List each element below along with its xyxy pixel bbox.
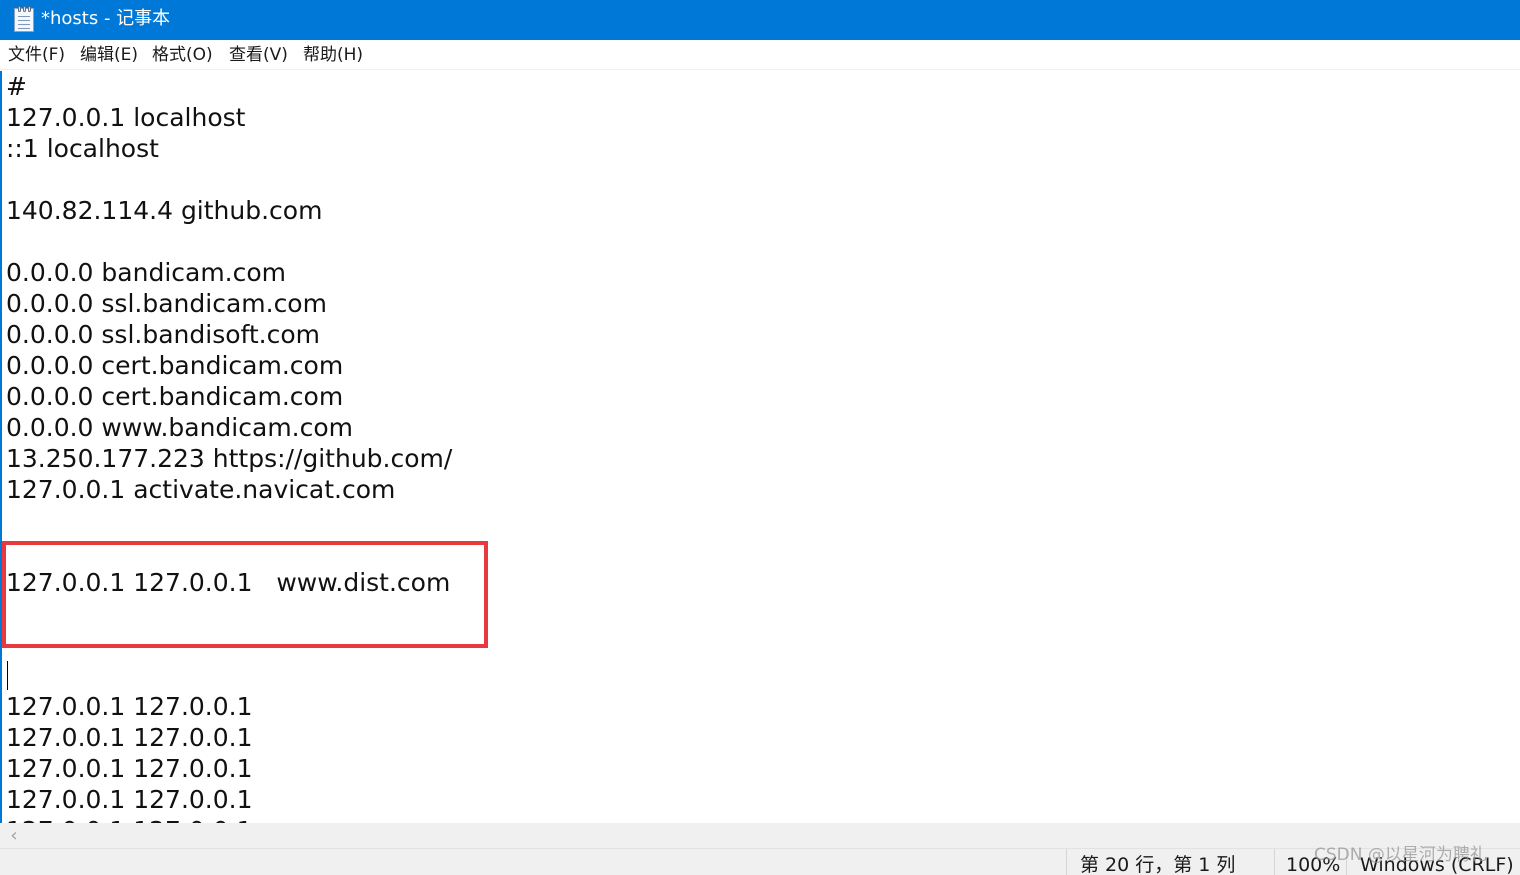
notepad-icon: [14, 6, 34, 32]
text-line: 0.0.0.0 ssl.bandicam.com: [6, 289, 327, 318]
text-line: 140.82.114.4 github.com: [6, 196, 323, 225]
text-line: ::1 localhost: [6, 134, 159, 163]
text-line: 127.0.0.1 activate.navicat.com: [6, 475, 396, 504]
status-position-segment: 第 20 行，第 1 列: [1066, 849, 1274, 875]
menu-view[interactable]: 查看(V): [227, 43, 290, 67]
menu-edit[interactable]: 编辑(E): [78, 43, 140, 67]
text-editor-area[interactable]: # 127.0.0.1 localhost ::1 localhost 140.…: [0, 71, 1520, 823]
menu-bar: 文件(F) 编辑(E) 格式(O) 查看(V) 帮助(H): [0, 40, 1520, 70]
text-line: 127.0.0.1 127.0.0.1: [6, 815, 253, 823]
text-line: #: [6, 72, 27, 101]
text-line: 0.0.0.0 cert.bandicam.com: [6, 351, 344, 380]
cursor-position: 第 20 行，第 1 列: [1080, 854, 1236, 875]
line-ending: Windows (CRLF): [1360, 854, 1514, 875]
text-line: 127.0.0.1 127.0.0.1: [6, 754, 253, 783]
menu-help[interactable]: 帮助(H): [301, 43, 365, 67]
text-line: 127.0.0.1 127.0.0.1: [6, 723, 253, 752]
zoom-level: 100%: [1286, 854, 1341, 875]
text-line: 127.0.0.1 127.0.0.1: [6, 692, 253, 721]
text-line: 0.0.0.0 www.bandicam.com: [6, 413, 354, 442]
text-line: 0.0.0.0 bandicam.com: [6, 258, 287, 287]
status-bar: 第 20 行，第 1 列 100% Windows (CRLF): [0, 848, 1520, 875]
horizontal-scrollbar[interactable]: ‹: [0, 823, 1520, 848]
status-zoom-segment: 100%: [1274, 849, 1346, 875]
text-line: 0.0.0.0 cert.bandicam.com: [6, 382, 344, 411]
scroll-left-arrow-icon[interactable]: ‹: [6, 823, 22, 848]
window-title: *hosts - 记事本: [41, 8, 171, 29]
text-line-highlighted: 127.0.0.1 127.0.0.1 www.dist.com: [6, 568, 451, 597]
menu-file[interactable]: 文件(F): [6, 43, 67, 67]
text-line: 0.0.0.0 ssl.bandisoft.com: [6, 320, 321, 349]
menu-format[interactable]: 格式(O): [150, 43, 215, 67]
text-caret: [7, 661, 8, 690]
text-line: 127.0.0.1 127.0.0.1: [6, 785, 253, 814]
text-line: 13.250.177.223 https://github.com/: [6, 444, 453, 473]
status-encoding-segment: Windows (CRLF): [1346, 849, 1520, 875]
text-line: 127.0.0.1 localhost: [6, 103, 246, 132]
title-bar: *hosts - 记事本: [0, 0, 1520, 40]
